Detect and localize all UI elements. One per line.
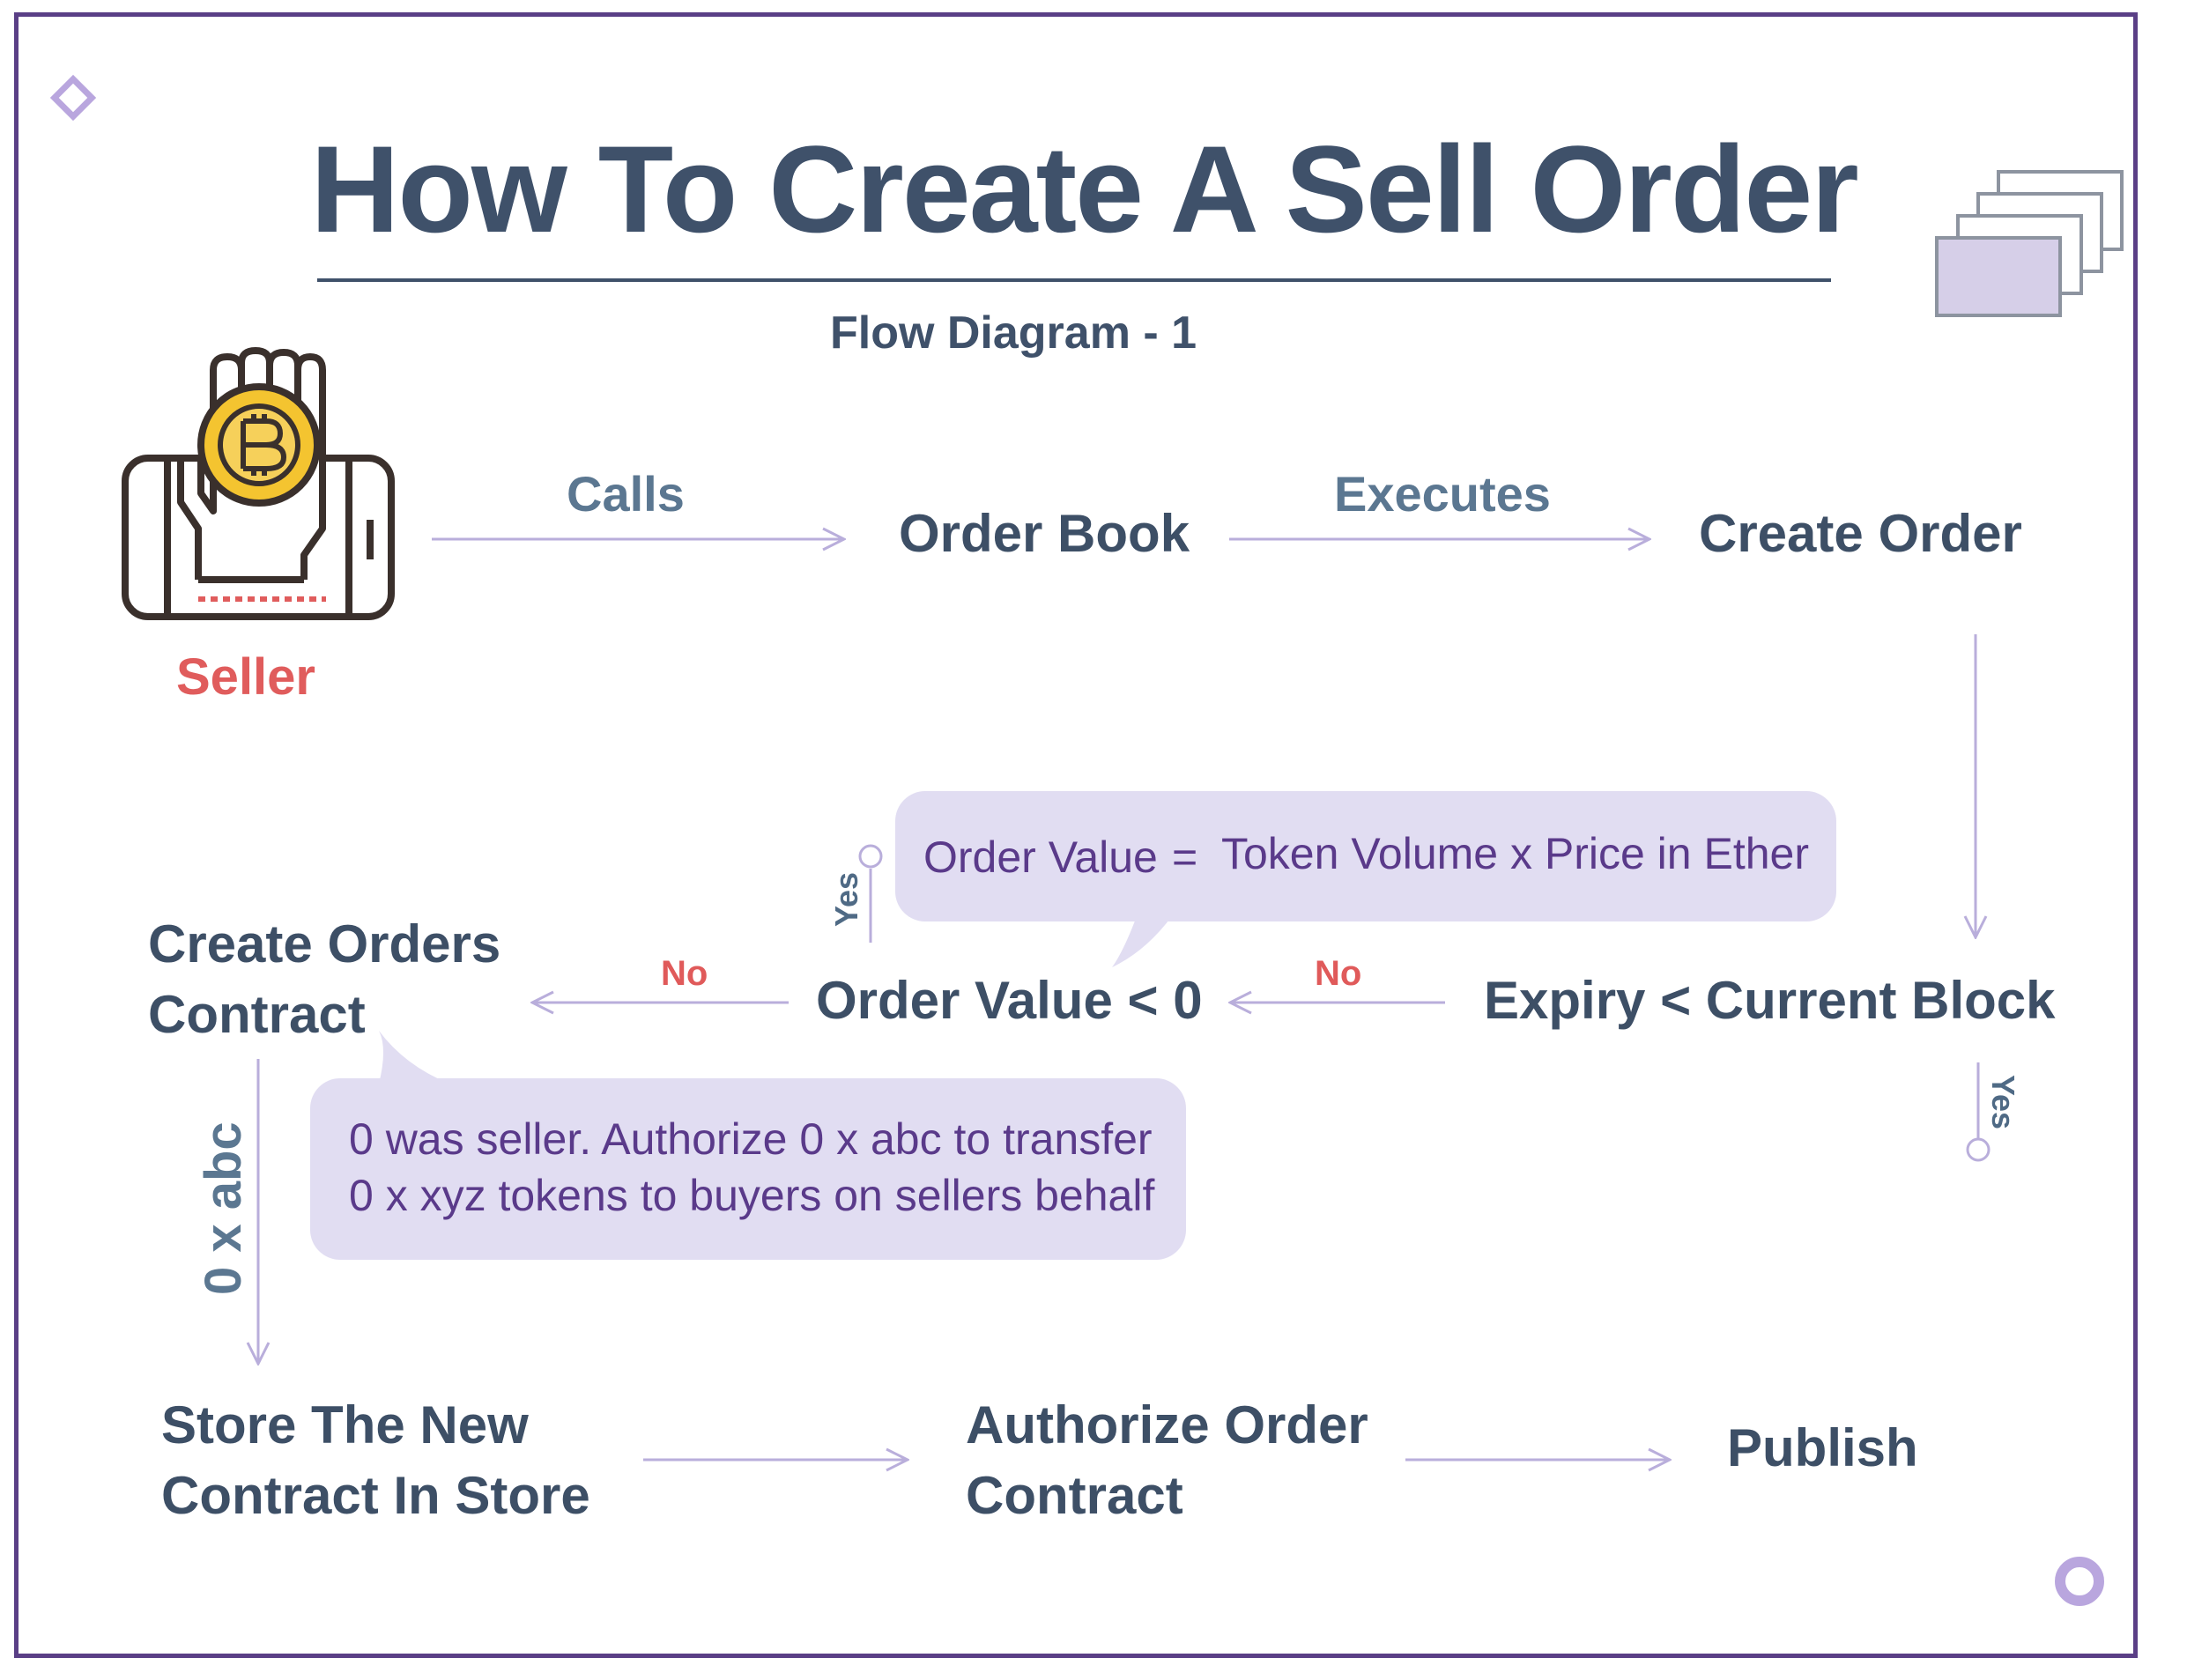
edge-label-calls: Calls — [567, 466, 685, 522]
node-create-orders-contract-line-1: Create Orders — [148, 914, 501, 973]
formula-rhs: Token Volume x Price in Ether — [1221, 829, 1809, 878]
node-authorize-contract: Authorize Order Contract — [966, 1390, 1368, 1531]
ring-icon — [2055, 1557, 2104, 1606]
edge-label-executes: Executes — [1334, 466, 1551, 522]
node-authorize-contract-line-1: Authorize Order — [966, 1395, 1368, 1454]
edge-label-yes-top: Yes — [828, 871, 864, 927]
edge-label-no-expiry: No — [1315, 954, 1362, 993]
edge-label-address: 0 x abc — [195, 1121, 252, 1295]
node-store-contract-line-2: Contract In Store — [161, 1466, 590, 1525]
node-store-contract-line-1: Store The New — [161, 1395, 529, 1454]
seller-hand-coin-icon — [122, 347, 395, 620]
formula-lhs: Order Value — [923, 833, 1158, 882]
authorization-note-line-1: 0 was seller. Authorize 0 x abc to trans… — [349, 1114, 1153, 1164]
node-create-orders-contract-line-2: Contract — [148, 985, 366, 1044]
page-subtitle: Flow Diagram - 1 — [830, 307, 1197, 359]
node-create-orders-contract: Create Orders Contract — [148, 909, 500, 1050]
node-publish: Publish — [1727, 1418, 1918, 1477]
seller-label: Seller — [176, 648, 315, 706]
edge-label-yes-right: Yes — [1985, 1075, 2021, 1130]
node-authorize-contract-line-2: Contract — [966, 1466, 1183, 1525]
formula-equals: = — [1172, 833, 1198, 882]
edge-label-no-order-value: No — [661, 954, 708, 993]
authorization-note-line-2: 0 x xyz tokens to buyers on sellers beha… — [349, 1171, 1155, 1220]
node-expiry-check: Expiry < Current Block — [1484, 971, 2056, 1030]
diamond-icon — [49, 74, 97, 122]
node-create-order: Create Order — [1699, 504, 2022, 563]
node-store-contract: Store The New Contract In Store — [161, 1390, 590, 1531]
page-title: How To Create A Sell Order — [310, 120, 1858, 258]
node-order-book: Order Book — [899, 504, 1190, 563]
node-order-value-check: Order Value < 0 — [816, 971, 1203, 1030]
